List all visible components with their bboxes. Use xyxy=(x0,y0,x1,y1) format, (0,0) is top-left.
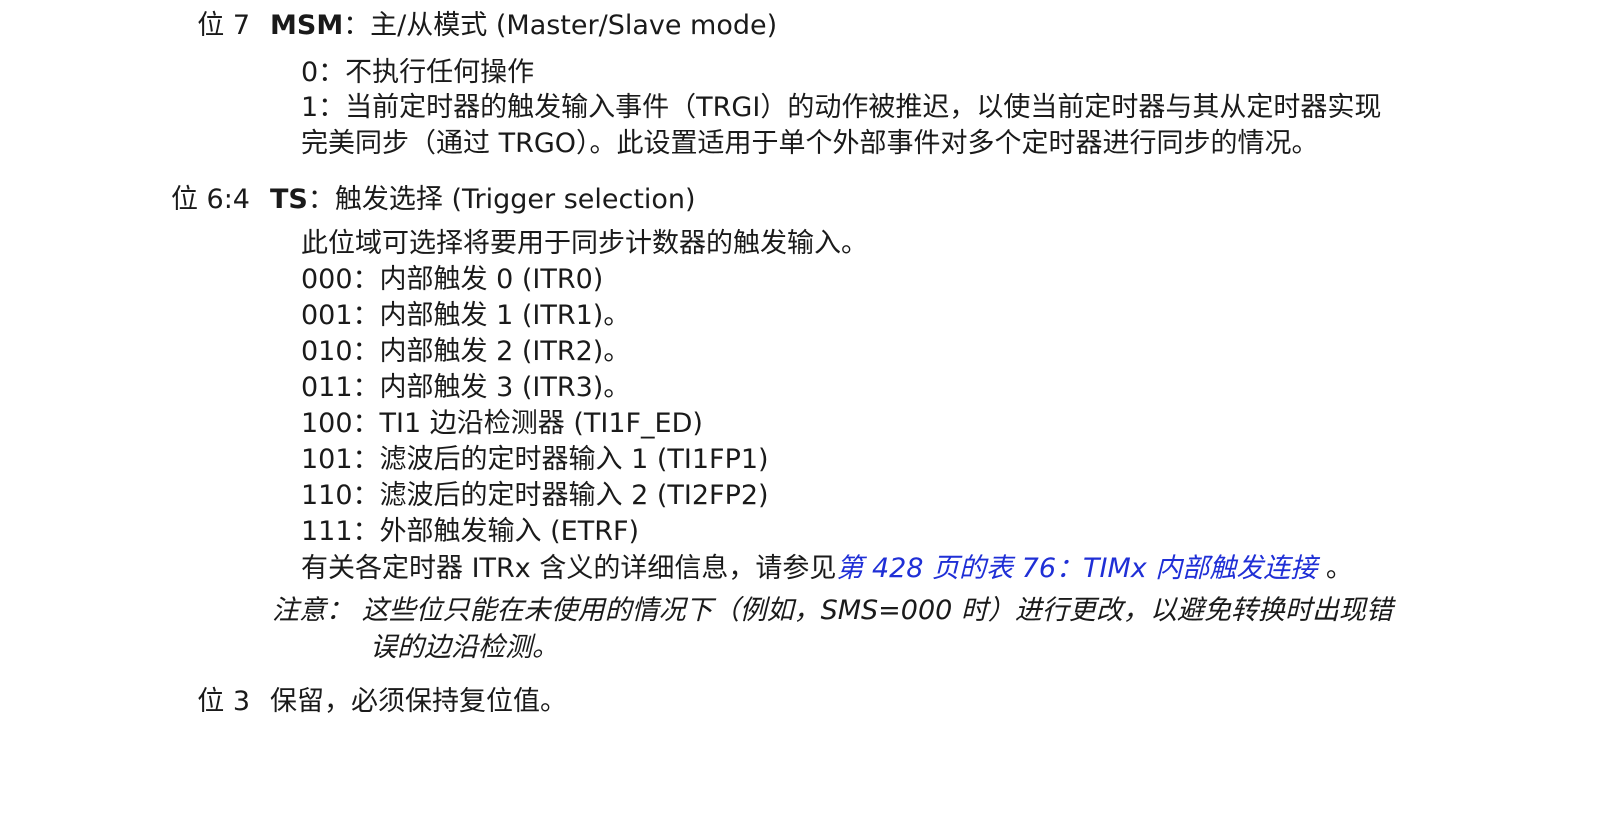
bit64-label: 位 6:4 xyxy=(170,184,250,215)
bit64-name: TS xyxy=(270,184,308,215)
bit64-line-5: 100：TI1 边沿检测器 (TI1F_ED) xyxy=(301,408,703,439)
bit64-heading: TS：触发选择 (Trigger selection) xyxy=(270,182,696,218)
bit7-name: MSM xyxy=(270,10,344,41)
note-line-1: 注意： 这些位只能在未使用的情况下（例如，SMS=000 时）进行更改，以避免转… xyxy=(272,595,1393,626)
bit7-heading: MSM：主/从模式 (Master/Slave mode) xyxy=(270,8,777,44)
bit3-text: 保留，必须保持复位值。 xyxy=(270,686,567,717)
reference-prefix: 有关各定时器 ITRx 含义的详细信息，请参见 xyxy=(301,553,837,584)
bit64-title: ：触发选择 (Trigger selection) xyxy=(307,184,696,215)
bit7-line-0: 0：不执行任何操作 xyxy=(301,57,535,88)
bit7-line-2: 完美同步（通过 TRGO）。此设置适用于单个外部事件对多个定时器进行同步的情况。 xyxy=(301,128,1319,159)
bit7-title: ：主/从模式 (Master/Slave mode) xyxy=(343,10,778,41)
note-line-2: 误的边沿检测。 xyxy=(370,632,559,663)
bit64-line-6: 101：滤波后的定时器输入 1 (TI1FP1) xyxy=(301,444,769,475)
bit64-line-2: 001：内部触发 1 (ITR1)。 xyxy=(301,300,631,331)
bit64-line-4: 011：内部触发 3 (ITR3)。 xyxy=(301,372,631,403)
bit64-line-7: 110：滤波后的定时器输入 2 (TI2FP2) xyxy=(301,480,769,511)
bit64-line-0: 此位域可选择将要用于同步计数器的触发输入。 xyxy=(301,228,868,259)
bit7-label: 位 7 xyxy=(197,10,250,41)
document-page: 位 7 MSM：主/从模式 (Master/Slave mode) 0：不执行任… xyxy=(0,0,1613,831)
table-76-link[interactable]: 第 428 页的表 76：TIMx 内部触发连接 xyxy=(836,553,1317,584)
bit64-reference: 有关各定时器 ITRx 含义的详细信息，请参见第 428 页的表 76：TIMx… xyxy=(301,551,1353,587)
bit64-line-8: 111：外部触发输入 (ETRF) xyxy=(301,516,640,547)
bit64-line-1: 000：内部触发 0 (ITR0) xyxy=(301,264,604,295)
bit3-label: 位 3 xyxy=(197,686,250,717)
bit7-line-1: 1：当前定时器的触发输入事件（TRGI）的动作被推迟，以使当前定时器与其从定时器… xyxy=(301,92,1382,123)
reference-suffix: 。 xyxy=(1317,553,1353,584)
bit64-line-3: 010：内部触发 2 (ITR2)。 xyxy=(301,336,631,367)
